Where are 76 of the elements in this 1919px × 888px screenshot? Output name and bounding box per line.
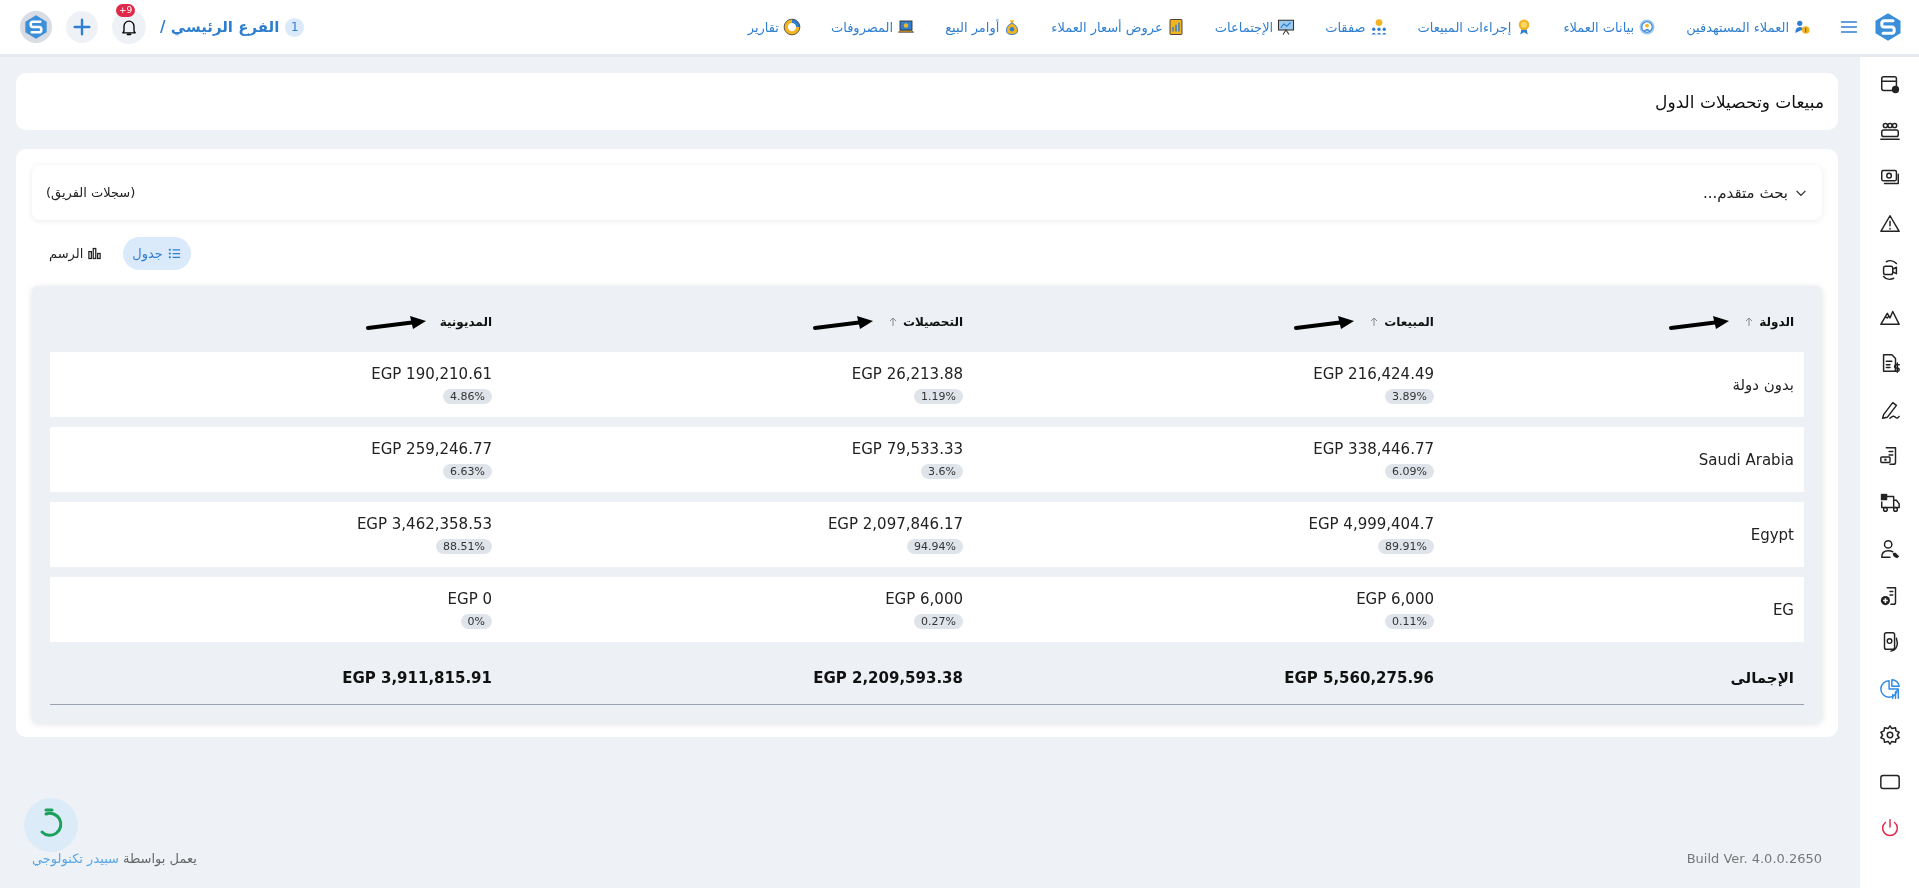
- nav-link[interactable]: العملاء المستهدفين: [1686, 18, 1811, 36]
- page-title: مبيعات وتحصيلات الدول: [1655, 91, 1824, 112]
- amount-text: EGP 2,097,846.17: [827, 515, 963, 533]
- advanced-search-toggle[interactable]: بحث متقدم...: [1703, 183, 1808, 202]
- percentage-badge: 4.86%: [443, 389, 492, 404]
- percentage-badge: 88.51%: [436, 539, 492, 554]
- records-scope-label: (سجلات الفريق): [46, 185, 136, 200]
- country-name: بدون دولة: [1732, 375, 1794, 394]
- total-label: الإجمالى: [1730, 669, 1794, 687]
- column-header[interactable]: التحصيلات: [902, 315, 963, 329]
- column-header[interactable]: المبيعات: [1384, 315, 1434, 329]
- amount-text: EGP 338,446.77: [1313, 440, 1434, 458]
- nav-link[interactable]: عروض أسعار العملاء: [1051, 18, 1185, 36]
- loading-spinner-icon[interactable]: [24, 798, 78, 852]
- document-chart-icon: [1166, 18, 1185, 36]
- branch-selector[interactable]: الفرع الرئيسي /: [160, 18, 280, 36]
- amount-text: EGP 259,246.77: [371, 440, 492, 458]
- calendar-star-icon[interactable]: [1878, 73, 1901, 96]
- powered-by-text: يعمل بواسطة: [122, 850, 197, 866]
- country-name: Egypt: [1750, 525, 1794, 544]
- add-button[interactable]: [66, 11, 98, 43]
- total-amount: EGP 5,560,275.96: [1284, 669, 1434, 687]
- notification-count: +9: [116, 4, 136, 17]
- list-icon: [166, 246, 182, 261]
- amount-text: EGP 4,999,404.7: [1308, 515, 1434, 533]
- nav-link[interactable]: الإجتماعات: [1214, 18, 1296, 36]
- warning-icon[interactable]: [1878, 212, 1901, 235]
- percentage-badge: 1.19%: [914, 389, 963, 404]
- app-logo-icon: [20, 11, 52, 43]
- company-link[interactable]: سبيدر تكنولوجي: [32, 850, 119, 866]
- total-amount: EGP 2,209,593.38: [813, 669, 963, 687]
- percentage-badge: 3.6%: [921, 464, 963, 479]
- app-logo-icon: [1873, 12, 1903, 42]
- donut-chart-icon: [782, 18, 801, 36]
- nav-link[interactable]: بيانات العملاء: [1563, 18, 1657, 36]
- nav-link[interactable]: صفقات: [1325, 18, 1388, 36]
- people-coin-icon: [1369, 18, 1388, 36]
- user-phone-icon[interactable]: [1878, 538, 1901, 561]
- percentage-badge: 94.94%: [907, 539, 963, 554]
- build-version: Build Ver. 4.0.0.2650: [1686, 850, 1823, 866]
- percentage-badge: 89.91%: [1378, 539, 1434, 554]
- percentage-badge: 0.11%: [1385, 614, 1434, 629]
- amount-text: EGP 0: [447, 590, 492, 608]
- percentage-badge: 6.09%: [1385, 464, 1434, 479]
- percentage-badge: 3.89%: [1385, 389, 1434, 404]
- percentage-badge: 6.63%: [443, 464, 492, 479]
- settings-icon[interactable]: [1878, 724, 1901, 747]
- plus-icon: [71, 16, 93, 38]
- amount-text: EGP 3,462,358.53: [356, 515, 492, 533]
- nav-link[interactable]: المصروفات: [830, 18, 916, 36]
- amount-text: EGP 190,210.61: [371, 365, 492, 383]
- presentation-board-icon: [1277, 18, 1296, 36]
- bar-chart-icon: [87, 246, 103, 261]
- amount-text: EGP 26,213.88: [851, 365, 963, 383]
- total-amount: EGP 3,911,815.91: [342, 669, 492, 687]
- column-header: المديونية: [439, 315, 492, 329]
- nav-link[interactable]: أوامر البيع: [945, 18, 1022, 36]
- percentage-badge: 0%: [460, 614, 492, 629]
- branch-number-badge: 1: [285, 17, 305, 37]
- delivery-truck-icon[interactable]: [1878, 491, 1901, 514]
- pie-chart-icon[interactable]: [1878, 677, 1901, 700]
- country-name: EG: [1772, 600, 1794, 619]
- nav-link[interactable]: تقارير: [747, 18, 801, 36]
- amount-text: EGP 79,533.33: [851, 440, 963, 458]
- amount-text: EGP 216,424.49: [1313, 365, 1434, 383]
- amount-text: EGP 6,000: [885, 590, 963, 608]
- nav-link[interactable]: إجراءات المبيعات: [1417, 18, 1534, 36]
- column-header[interactable]: الدولة: [1759, 315, 1794, 329]
- laptop-icon: [897, 18, 916, 36]
- target-person-icon: [1638, 18, 1657, 36]
- view-tab[interactable]: جدول: [123, 237, 191, 270]
- view-tab[interactable]: الرسم: [40, 237, 112, 270]
- amount-text: EGP 6,000: [1356, 590, 1434, 608]
- percentage-badge: 0.27%: [914, 614, 963, 629]
- person-coin-icon: [1793, 18, 1811, 36]
- country-name: Saudi Arabia: [1698, 450, 1794, 469]
